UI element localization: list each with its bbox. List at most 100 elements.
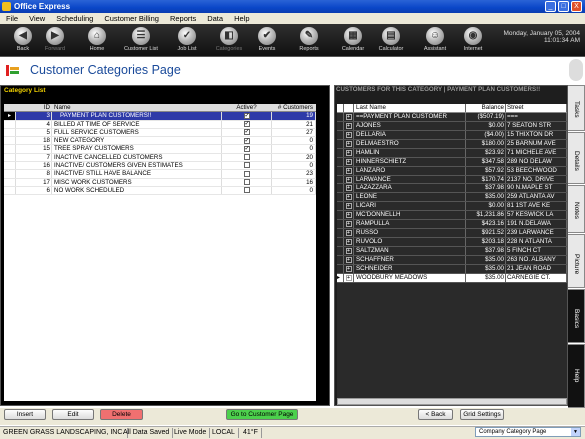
tab-tasks[interactable]: Tasks bbox=[568, 85, 585, 131]
expand-icon[interactable]: + bbox=[345, 203, 352, 210]
table-row[interactable]: + LARWANCE $170.74 2137 NO. DRIVE bbox=[337, 175, 567, 185]
expand-icon[interactable]: + bbox=[345, 158, 352, 165]
grid-settings-button[interactable]: Grid Settings bbox=[460, 409, 504, 420]
table-row[interactable]: + SCHAFFNER $35.00 263 NO. ALBANY bbox=[337, 255, 567, 265]
edit-button[interactable]: Edit bbox=[52, 409, 94, 420]
expand-icon[interactable]: + bbox=[345, 113, 352, 120]
back-button[interactable]: < Back bbox=[418, 409, 453, 420]
menu-scheduling[interactable]: Scheduling bbox=[56, 14, 93, 23]
active-checkbox[interactable]: ✓ bbox=[243, 112, 250, 119]
menu-customer-billing[interactable]: Customer Billing bbox=[104, 14, 159, 23]
table-row[interactable]: 7 INACTIVE CANCELLED CUSTOMERS 20 bbox=[4, 153, 316, 163]
table-row[interactable]: 4 BILLED AT TIME OF SERVICE ✓ 21 bbox=[4, 120, 316, 129]
active-checkbox[interactable] bbox=[243, 154, 250, 161]
delete-button[interactable]: Delete bbox=[100, 409, 143, 420]
toolbar-internet-button[interactable]: ◉ Internet bbox=[456, 26, 490, 56]
toolbar-categories-button[interactable]: ◧ Categories bbox=[212, 26, 246, 56]
insert-button[interactable]: Insert bbox=[4, 409, 46, 420]
toolbar-calendar-button[interactable]: ▦ Calendar bbox=[336, 26, 370, 56]
expand-icon[interactable]: + bbox=[345, 131, 352, 138]
table-row[interactable]: 15 TREE SPRAY CUSTOMERS ✓ 0 bbox=[4, 145, 316, 154]
tab-picture[interactable]: Picture bbox=[568, 234, 585, 288]
header-name[interactable]: Name bbox=[52, 104, 222, 112]
menu-reports[interactable]: Reports bbox=[170, 14, 196, 23]
table-row[interactable]: ▸ + WOODBURY MEADOWS $35.00 CARNEGIE CT. bbox=[337, 273, 567, 283]
expand-icon[interactable]: + bbox=[345, 239, 352, 246]
table-row[interactable]: + ==PAYMENT PLAN CUSTOMER ($507.19) === bbox=[337, 112, 567, 122]
active-checkbox[interactable] bbox=[243, 170, 250, 177]
expand-icon[interactable]: + bbox=[345, 194, 352, 201]
expand-icon[interactable]: + bbox=[345, 140, 352, 147]
toolbar-assistant-button[interactable]: ☺ Assistant bbox=[418, 26, 452, 56]
minimize-button[interactable]: _ bbox=[545, 1, 556, 12]
chevron-down-icon[interactable]: ▼ bbox=[571, 428, 580, 436]
close-button[interactable]: X bbox=[571, 1, 582, 12]
expand-icon[interactable]: + bbox=[345, 212, 352, 219]
header-customers[interactable]: # Customers bbox=[272, 104, 316, 112]
table-row[interactable]: 5 FULL SERVICE CUSTOMERS ✓ 27 bbox=[4, 128, 316, 138]
maximize-button[interactable]: □ bbox=[558, 1, 569, 12]
menu-help[interactable]: Help bbox=[234, 14, 249, 23]
table-row[interactable]: 16 INACTIVE/ CUSTOMERS GIVEN ESTIMATES 0 bbox=[4, 162, 316, 171]
tab-notes[interactable]: Notes bbox=[568, 185, 585, 233]
menu-data[interactable]: Data bbox=[207, 14, 223, 23]
tab-details[interactable]: Details bbox=[568, 132, 585, 184]
table-row[interactable]: + DELMAESTRO $180.00 25 BARNUM AVE bbox=[337, 139, 567, 149]
go-to-customer-page-button[interactable]: Go to Customer Page bbox=[226, 409, 298, 420]
table-row[interactable]: 17 MISC WORK CUSTOMERS 16 bbox=[4, 178, 316, 187]
table-row[interactable]: + SALTZMAN $37.98 5 FINCH CT bbox=[337, 247, 567, 256]
expand-icon[interactable]: + bbox=[345, 248, 352, 254]
table-row[interactable]: + SCHNEIDER $35.00 21 JEAN ROAD bbox=[337, 264, 567, 274]
scroll-up-button[interactable] bbox=[569, 59, 583, 81]
table-row[interactable]: + RUSSO $921.52 239 LARWANCE bbox=[337, 229, 567, 239]
active-checkbox[interactable] bbox=[243, 162, 250, 169]
expand-icon[interactable]: + bbox=[345, 122, 352, 129]
active-checkbox[interactable] bbox=[243, 187, 250, 194]
category-grid[interactable]: ID Name Active? # Customers ▸ 3 PAYMENT PL… bbox=[4, 104, 316, 401]
expand-icon[interactable]: + bbox=[345, 185, 352, 192]
active-checkbox[interactable]: ✓ bbox=[243, 129, 250, 136]
toolbar-job-list-button[interactable]: ✓ Job List bbox=[170, 26, 204, 56]
menu-file[interactable]: File bbox=[6, 14, 18, 23]
table-row[interactable]: + RAMPULLA $423.16 191 N.DELAWA bbox=[337, 220, 567, 230]
table-row[interactable]: + LANZARO $57.92 53 BEECHWOOD bbox=[337, 166, 567, 176]
toolbar-events-button[interactable]: ✔ Events bbox=[250, 26, 284, 56]
menu-view[interactable]: View bbox=[29, 14, 45, 23]
expand-icon[interactable]: + bbox=[345, 167, 352, 174]
customers-grid[interactable]: Last Name Balance Street + ==PAYMENT PLAN… bbox=[337, 104, 567, 399]
toolbar-reports-button[interactable]: ✎ Reports bbox=[292, 26, 326, 56]
tab-basics[interactable]: Basics bbox=[568, 289, 585, 343]
header-last-name[interactable]: Last Name bbox=[354, 104, 466, 112]
expand-icon[interactable]: + bbox=[345, 230, 352, 237]
horizontal-scrollbar[interactable] bbox=[337, 398, 567, 405]
active-checkbox[interactable] bbox=[243, 179, 250, 186]
toolbar-back-button[interactable]: ◀ Back bbox=[6, 26, 40, 56]
table-row[interactable]: 6 NO WORK SCHEDULED 0 bbox=[4, 186, 316, 196]
tab-help[interactable]: Help bbox=[568, 344, 585, 408]
header-id[interactable]: ID bbox=[16, 104, 52, 112]
toolbar-calculator-button[interactable]: ▤ Calculator bbox=[374, 26, 408, 56]
table-row[interactable]: ▸ 3 PAYMENT PLAN CUSTOMERS!! ✓ 19 bbox=[4, 112, 316, 121]
toolbar-customer-list-button[interactable]: ☰ Customer List bbox=[124, 26, 158, 56]
table-row[interactable]: + HAMLIN $23.92 71 MICHELE AVE bbox=[337, 148, 567, 158]
table-row[interactable]: + AJONES $0.00 7 SEATON STR bbox=[337, 121, 567, 131]
expand-icon[interactable]: + bbox=[345, 221, 352, 228]
header-active[interactable]: Active? bbox=[222, 104, 272, 112]
table-row[interactable]: 8 INACTIVE/ STILL HAVE BALANCE 23 bbox=[4, 170, 316, 179]
page-select[interactable]: Company Category Page ▼ bbox=[475, 427, 581, 437]
header-balance[interactable]: Balance bbox=[466, 104, 506, 112]
toolbar-forward-button[interactable]: ▶ Forward bbox=[38, 26, 72, 56]
expand-icon[interactable]: + bbox=[345, 265, 352, 272]
toolbar-home-button[interactable]: ⌂ Home bbox=[80, 26, 114, 56]
table-row[interactable]: + LICARI $0.00 81 1ST AVE KE bbox=[337, 202, 567, 212]
table-row[interactable]: + MC'DONNELLH $1,231.86 57 KESWICK LA bbox=[337, 211, 567, 221]
active-checkbox[interactable]: ✓ bbox=[243, 137, 250, 144]
expand-icon[interactable]: + bbox=[345, 149, 352, 156]
expand-icon[interactable]: + bbox=[345, 274, 352, 281]
active-checkbox[interactable]: ✓ bbox=[243, 145, 250, 152]
table-row[interactable]: + LAZAZZARA $37.98 90 N.MAPLE ST bbox=[337, 184, 567, 194]
header-street[interactable]: Street bbox=[506, 104, 567, 112]
expand-icon[interactable]: + bbox=[345, 256, 352, 263]
table-row[interactable]: + RUVOLO $203.18 228 N ATLANTA bbox=[337, 238, 567, 247]
active-checkbox[interactable]: ✓ bbox=[243, 120, 250, 127]
